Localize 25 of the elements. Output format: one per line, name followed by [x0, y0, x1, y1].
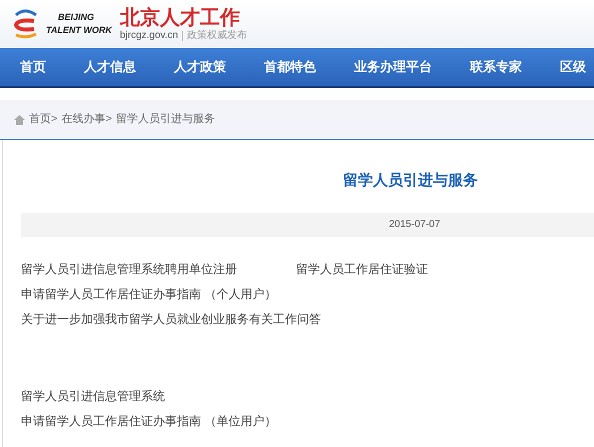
- article-title: 留学人员引进与服务: [343, 171, 479, 191]
- article-date: 2015-07-07: [389, 218, 440, 232]
- logo-text: BEIJING: [58, 13, 96, 22]
- nav-link[interactable]: 首页: [20, 57, 46, 77]
- nav-link[interactable]: 业务办理平台: [354, 57, 432, 77]
- site-tagline: 政策权威发布: [182, 31, 248, 41]
- article-link[interactable]: 申请留学人员工作居住证办事指南 （单位用户）: [21, 414, 276, 428]
- article-link[interactable]: 关于进一步加强我市留学人员就业创业服务有关工作问答: [21, 312, 321, 326]
- logo-text: TALENT WORK: [46, 26, 112, 35]
- nav-link[interactable]: 区级: [560, 57, 586, 77]
- nav-link[interactable]: 人才信息: [84, 57, 136, 77]
- logo-icon: [12, 9, 38, 39]
- article-link[interactable]: 留学人员引进信息管理系统: [21, 389, 165, 403]
- article-link[interactable]: 留学人员工作居住证验证: [296, 262, 428, 276]
- site-title: 北京人才工作: [120, 7, 241, 27]
- nav-link[interactable]: 人才政策: [174, 57, 226, 77]
- site-domain: bjrcgz.gov.cn: [120, 31, 178, 41]
- breadcrumb-link[interactable]: 留学人员引进与服务: [116, 111, 215, 128]
- article-link[interactable]: 申请留学人员工作居住证办事指南 （个人用户）: [21, 287, 276, 301]
- home-icon: [14, 114, 25, 124]
- breadcrumb-link[interactable]: 首页>: [29, 111, 58, 128]
- nav-link[interactable]: 首都特色: [264, 57, 316, 77]
- breadcrumb-link[interactable]: 在线办事>: [61, 111, 112, 128]
- nav-link[interactable]: 联系专家: [470, 57, 522, 77]
- article-link[interactable]: 留学人员引进信息管理系统聘用单位注册: [21, 262, 237, 276]
